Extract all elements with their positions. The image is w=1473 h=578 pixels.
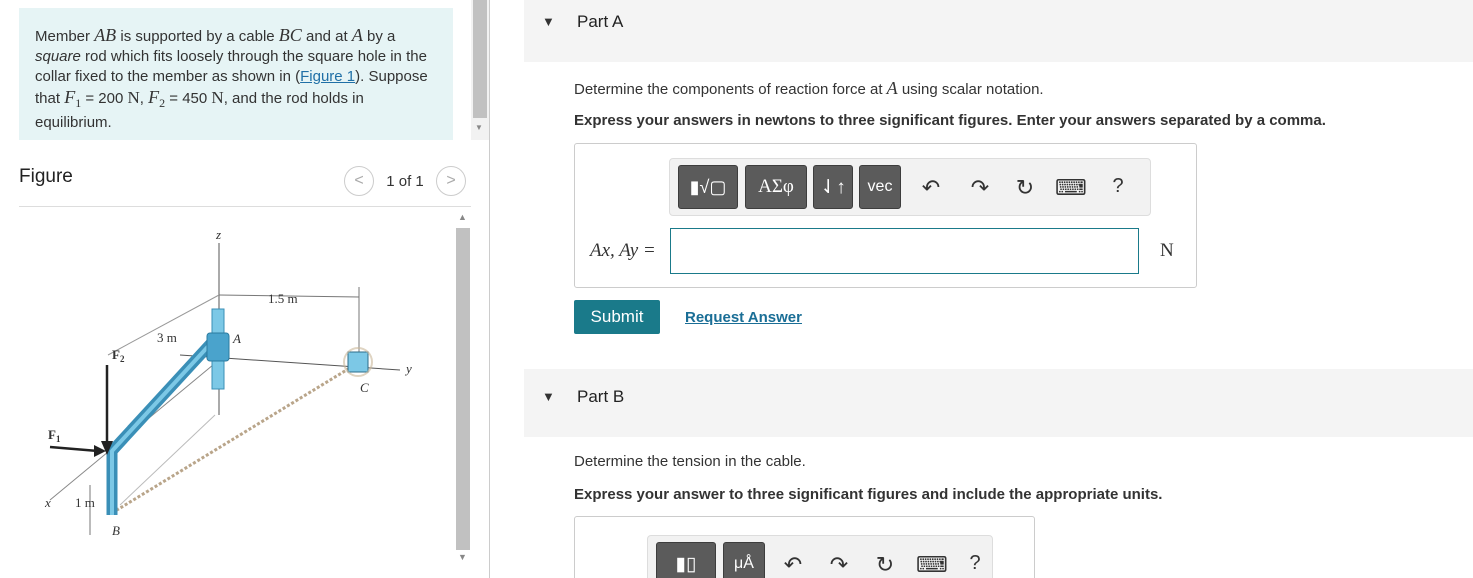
math-AB: AB — [94, 25, 117, 45]
support-C — [347, 351, 369, 373]
part-b-title: Part B — [577, 387, 625, 406]
figure-scrollbar[interactable]: ▲ ▼ — [455, 210, 471, 565]
label-B: B — [112, 523, 120, 538]
chevron-right-icon: > — [446, 172, 456, 189]
units-button[interactable]: μÅ — [723, 542, 765, 578]
label-dim-1: 1 m — [75, 495, 95, 510]
collar — [206, 332, 230, 362]
part-b-answer-box: ▮▯ μÅ ↶ ↷ ↻ ⌨ ? — [574, 516, 1035, 578]
answer-unit: N — [1160, 240, 1174, 261]
collapse-triangle-icon[interactable]: ▼ — [542, 389, 555, 404]
figure-diagram: z 1.5 m 3 m A F2 C y F1 x 1 m B — [44, 227, 412, 538]
label-x: x — [44, 495, 51, 510]
collapse-triangle-icon[interactable]: ▼ — [542, 14, 555, 29]
keyboard-icon[interactable]: ⌨ — [1055, 175, 1087, 201]
help-icon[interactable]: ? — [960, 552, 990, 575]
math-toolbar: ▮√▢ ΑΣφ ⇃↑ vec ↶ ↷ ↻ ⌨ ? — [669, 158, 1151, 216]
reset-icon[interactable]: ↻ — [870, 552, 900, 578]
templates-icon: ▮▯ — [675, 553, 697, 575]
arrows-button[interactable]: ⇃↑ — [813, 165, 853, 209]
vec-button[interactable]: vec — [859, 165, 901, 209]
undo-icon[interactable]: ↶ — [916, 175, 946, 201]
reset-icon[interactable]: ↻ — [1010, 175, 1040, 201]
keyboard-icon[interactable]: ⌨ — [916, 552, 948, 578]
scroll-down-icon[interactable]: ▼ — [475, 123, 483, 132]
label-F2: F2 — [112, 347, 125, 364]
scrollbar-thumb[interactable] — [456, 228, 470, 550]
label-z: z — [215, 227, 221, 242]
prev-figure-button[interactable]: < — [344, 166, 374, 196]
math-toolbar: ▮▯ μÅ ↶ ↷ ↻ ⌨ ? — [647, 535, 993, 578]
part-b-instruction: Express your answer to three significant… — [574, 486, 1163, 503]
label-F1: F1 — [48, 427, 61, 444]
arrows-icon: ⇃↑ — [820, 176, 846, 198]
figure-link[interactable]: Figure 1 — [300, 68, 355, 85]
problem-statement: Member AB is supported by a cable BC and… — [19, 8, 453, 140]
math-BC: BC — [278, 25, 302, 45]
templates-button[interactable]: ▮▯ — [656, 542, 716, 578]
part-b-header[interactable]: ▼ Part B — [524, 369, 1473, 437]
divider — [19, 206, 471, 207]
label-C: C — [360, 380, 369, 395]
answer-label: Ax, Ay = — [590, 240, 656, 261]
label-A: A — [232, 331, 241, 346]
submit-button[interactable]: Submit — [574, 300, 660, 334]
scroll-up-icon[interactable]: ▲ — [458, 212, 467, 222]
redo-icon[interactable]: ↷ — [965, 175, 995, 201]
greek-icon: ΑΣφ — [758, 176, 794, 197]
figure-pager: < 1 of 1 > — [344, 166, 466, 196]
part-a-title: Part A — [577, 12, 624, 31]
greek-button[interactable]: ΑΣφ — [745, 165, 807, 209]
part-a-header[interactable]: ▼ Part A — [524, 0, 1473, 62]
part-b-question: Determine the tension in the cable. — [574, 453, 806, 470]
templates-button[interactable]: ▮√▢ — [678, 165, 738, 209]
part-a-instruction: Express your answers in newtons to three… — [574, 112, 1326, 129]
units-icon: μÅ — [734, 555, 754, 572]
math-A: A — [351, 25, 363, 45]
next-figure-button[interactable]: > — [436, 166, 466, 196]
cable-BC — [111, 361, 359, 515]
figure-title: Figure — [19, 166, 73, 187]
member-AB — [106, 336, 219, 515]
label-y: y — [404, 361, 412, 376]
scroll-down-icon[interactable]: ▼ — [458, 552, 467, 562]
figure-count: 1 of 1 — [386, 172, 424, 190]
scrollbar-thumb[interactable] — [473, 0, 487, 118]
templates-icon: ▮√▢ — [689, 176, 727, 197]
label-dim-3: 3 m — [157, 330, 177, 345]
chevron-left-icon: < — [354, 172, 364, 189]
problem-scrollbar[interactable]: ▼ — [471, 0, 489, 140]
part-a-answer-box: ▮√▢ ΑΣφ ⇃↑ vec ↶ ↷ ↻ ⌨ ? Ax, Ay = N — [574, 143, 1197, 288]
part-a-question: Determine the components of reaction for… — [574, 78, 1044, 98]
answer-input[interactable] — [670, 228, 1139, 274]
undo-icon[interactable]: ↶ — [778, 552, 808, 578]
label-dim-15: 1.5 m — [268, 291, 298, 306]
request-answer-link[interactable]: Request Answer — [685, 309, 802, 326]
redo-icon[interactable]: ↷ — [824, 552, 854, 578]
problem-panel: Member AB is supported by a cable BC and… — [0, 0, 490, 578]
help-icon[interactable]: ? — [1103, 175, 1133, 198]
force-F1-arrow — [49, 445, 99, 453]
